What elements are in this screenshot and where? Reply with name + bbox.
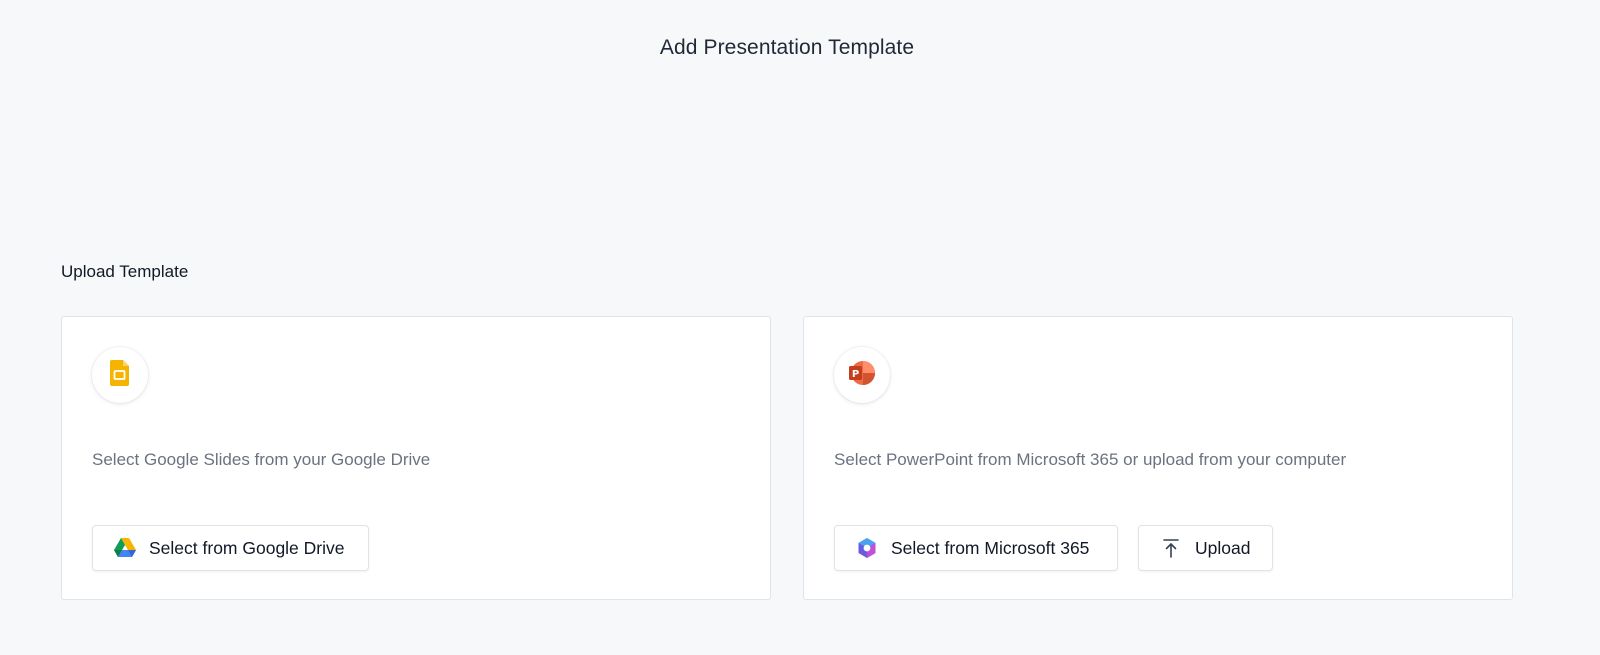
upload-icon [1159,536,1183,560]
select-from-microsoft-365-button[interactable]: Select from Microsoft 365 [834,525,1118,571]
page-title: Add Presentation Template [659,36,915,59]
section-title: Upload Template [61,262,189,281]
select-from-google-drive-label: Select from Google Drive [149,537,345,558]
google-card-description: Select Google Slides from your Google Dr… [92,450,431,469]
svg-text:P: P [852,369,859,380]
powerpoint-logo: P [834,347,890,403]
upload-button[interactable]: Upload [1138,525,1273,571]
upload-label: Upload [1195,537,1251,558]
select-from-google-drive-button[interactable]: Select from Google Drive [92,525,369,571]
google-slides-icon [110,359,130,391]
google-slides-card: Select Google Slides from your Google Dr… [61,316,771,600]
google-drive-icon [113,536,137,560]
powerpoint-icon: P [848,360,876,391]
powerpoint-card-description: Select PowerPoint from Microsoft 365 or … [834,450,1347,469]
powerpoint-card: P Select PowerPoint from Microsoft 365 o… [803,316,1513,600]
microsoft-365-icon [855,536,879,560]
google-slides-logo [92,347,148,403]
select-from-microsoft-365-label: Select from Microsoft 365 [891,537,1090,558]
